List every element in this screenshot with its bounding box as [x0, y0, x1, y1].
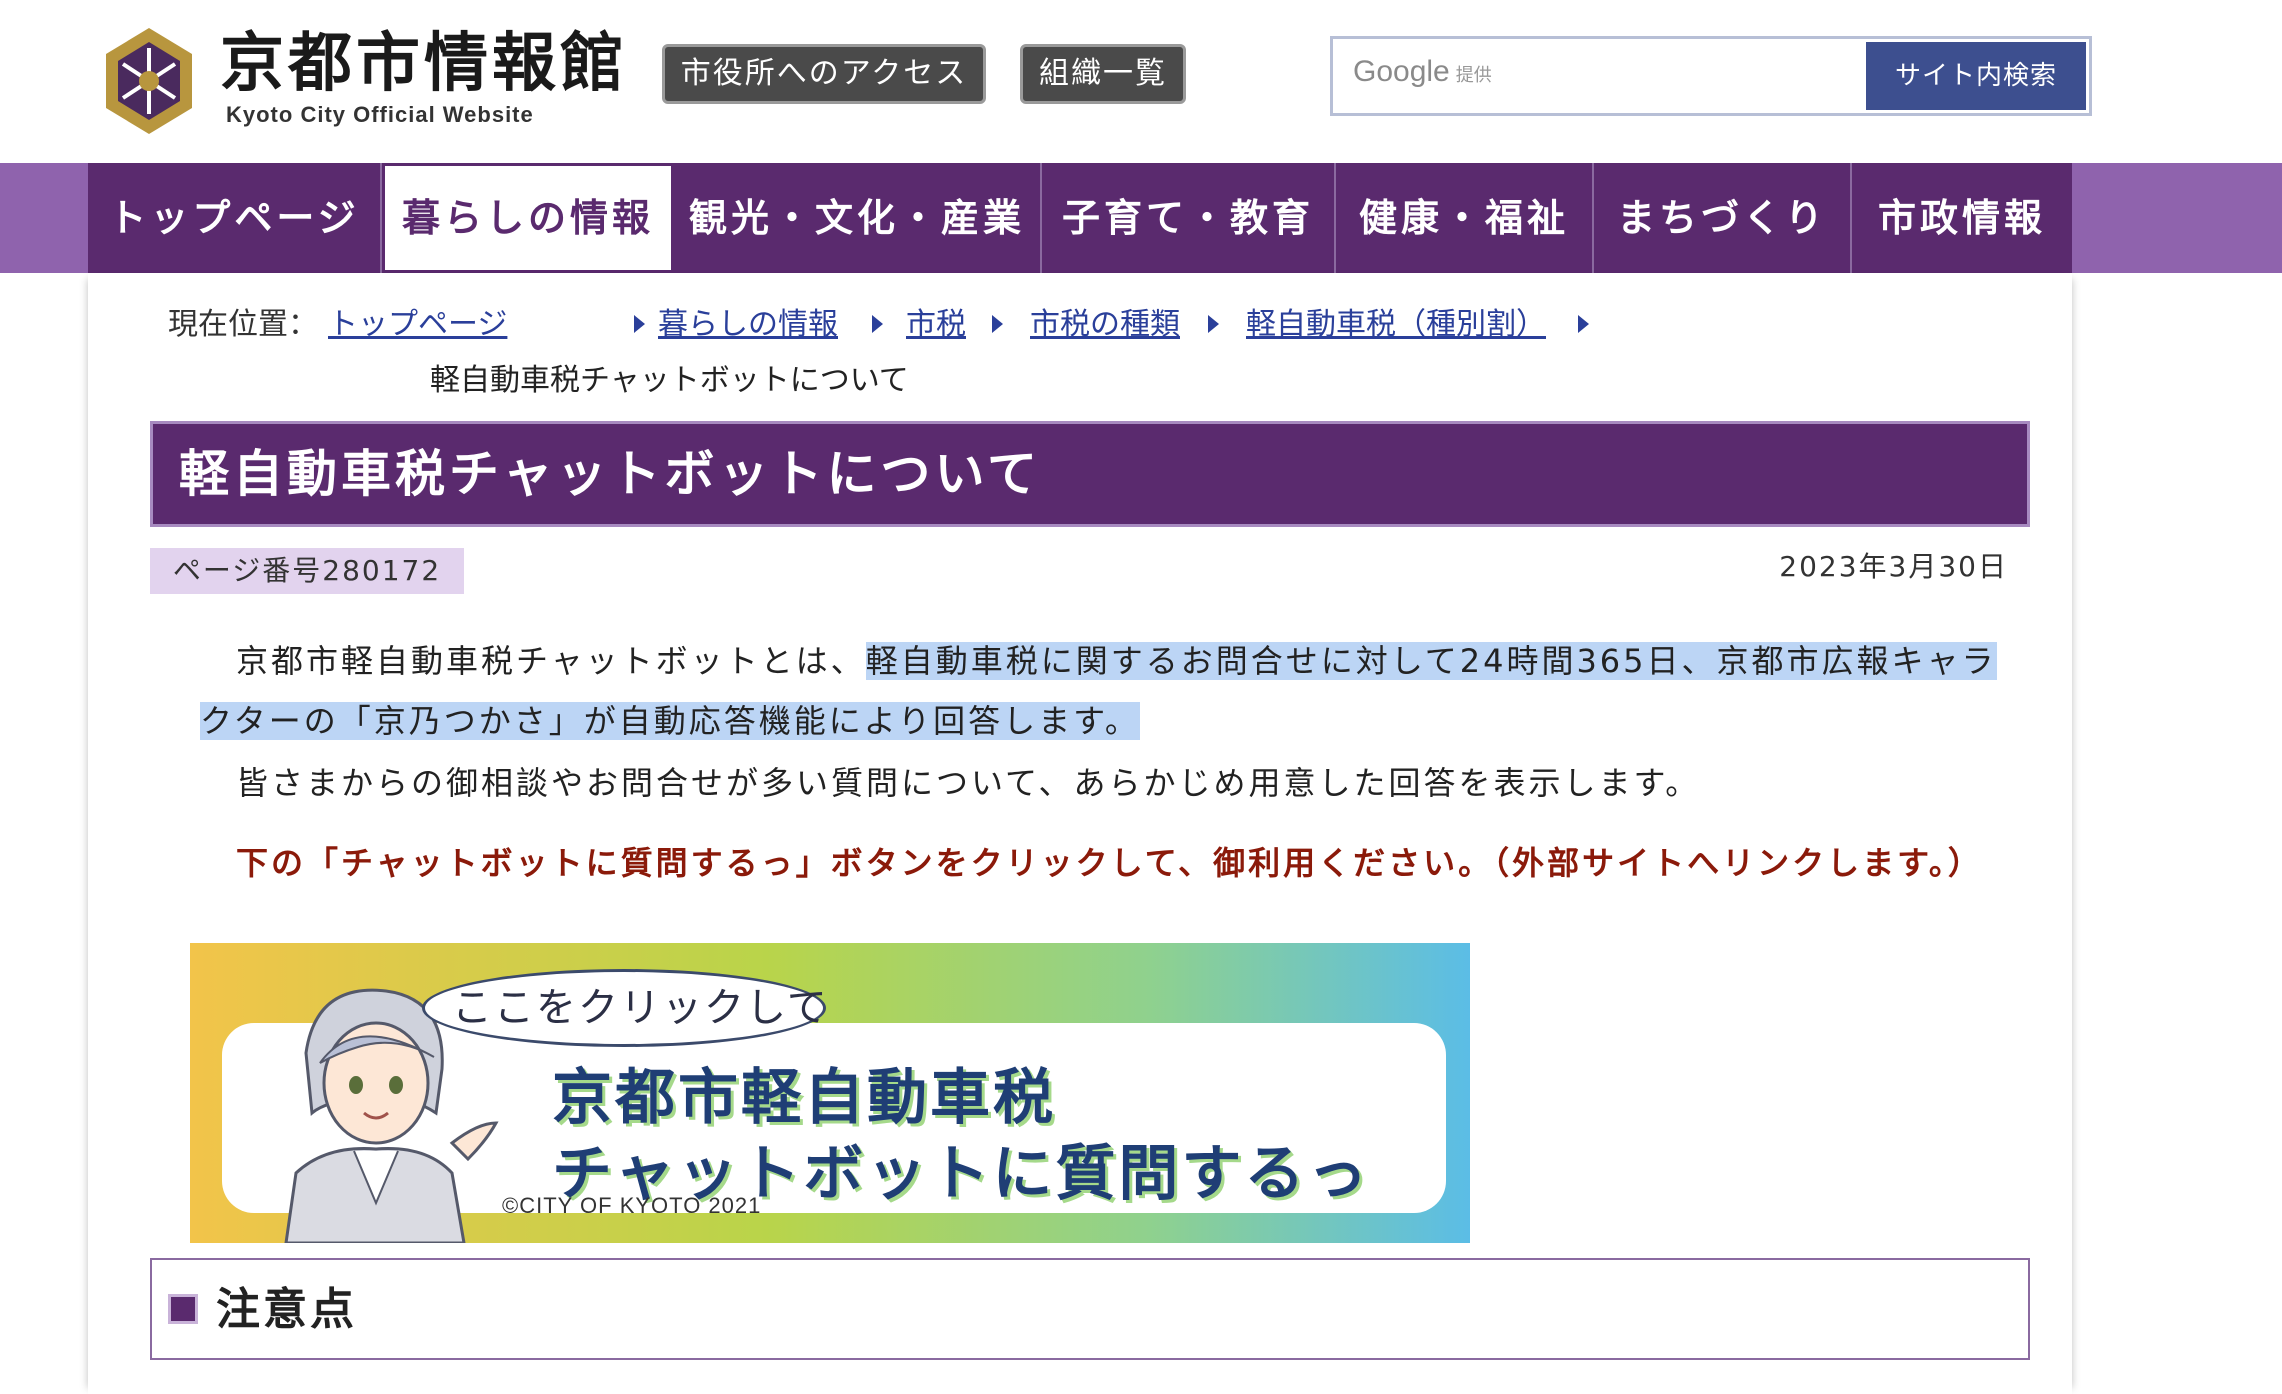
breadcrumb-link-living[interactable]: 暮らしの情報 [658, 297, 838, 353]
organization-list-button[interactable]: 組織一覧 [1020, 44, 1186, 104]
main-content: 現在位置： トップページ 暮らしの情報 市税 市税の種類 軽自動車税（種別割） … [88, 273, 2072, 1394]
section-square-icon [168, 1294, 198, 1324]
usage-note: 下の「チャットボットに質問するっ」ボタンをクリックして、御利用ください。（外部サ… [236, 844, 1983, 882]
nav-item-childcare[interactable]: 子育て・教育 [1042, 163, 1336, 273]
nav-item-health[interactable]: 健康・福祉 [1336, 163, 1594, 273]
site-title: 京都市情報館 [220, 27, 628, 101]
nav-item-living[interactable]: 暮らしの情報 [382, 163, 674, 273]
breadcrumb-link-light-vehicle-tax[interactable]: 軽自動車税（種別割） [1246, 297, 1546, 353]
speech-bubble-text: ここをクリックして [452, 985, 829, 1031]
intro-text-highlight-a: 軽自動車税に関するお問合せに対して24時間365日、京都市広報キャラ [865, 642, 1997, 680]
breadcrumb-arrow-icon [634, 315, 645, 333]
page-date: 2023年3月30日 [1779, 550, 2008, 583]
site-subtitle: Kyoto City Official Website [226, 102, 534, 127]
intro-line-2: クターの「京乃つかさ」が自動応答機能により回答します。 [200, 691, 1140, 751]
nav-item-city-admin[interactable]: 市政情報 [1852, 163, 2072, 273]
intro-line-1: 京都市軽自動車税チャットボットとは、軽自動車税に関するお問合せに対して24時間3… [236, 631, 1997, 691]
global-nav-bar: トップページ 暮らしの情報 観光・文化・産業 子育て・教育 健康・福祉 まちづく… [88, 163, 2072, 273]
nav-item-top[interactable]: トップページ [88, 163, 382, 273]
breadcrumb-arrow-icon [992, 315, 1003, 333]
page-title: 軽自動車税チャットボットについて [150, 421, 2030, 527]
search-input[interactable] [1341, 45, 2282, 109]
intro-paragraph-2: 皆さまからの御相談やお問合せが多い質問について、あらかじめ用意した回答を表示しま… [236, 764, 1701, 802]
section-heading-notes: 注意点 [150, 1258, 2030, 1360]
breadcrumb-label: 現在位置： [168, 307, 318, 342]
site-search: Google 提供 サイト内検索 [1330, 36, 2282, 116]
site-search-button[interactable]: サイト内検索 [1866, 42, 2086, 110]
breadcrumb-arrow-icon [1578, 315, 1589, 333]
global-nav: トップページ 暮らしの情報 観光・文化・産業 子育て・教育 健康・福祉 まちづく… [0, 163, 2282, 273]
banner-title-line-1: 京都市軽自動車税 [552, 1063, 1056, 1133]
site-header: 京都市情報館 Kyoto City Official Website 市役所への… [0, 0, 2282, 163]
page-number-badge: ページ番号280172 [150, 548, 464, 594]
site-logo[interactable]: 京都市情報館 Kyoto City Official Website [96, 22, 636, 142]
nav-item-town[interactable]: まちづくり [1594, 163, 1852, 273]
chatbot-banner-link[interactable]: ここをクリックして 京都市軽自動車税 チャットボットに質問するっ ©CITY O… [190, 943, 1470, 1243]
breadcrumb-link-top[interactable]: トップページ [328, 297, 507, 353]
intro-text-highlight-b: クターの「京乃つかさ」が自動応答機能により回答します。 [200, 702, 1140, 740]
breadcrumb-arrow-icon [1208, 315, 1219, 333]
section-heading-text: 注意点 [216, 1284, 357, 1335]
breadcrumb-current: 軽自動車税チャットボットについて [430, 363, 909, 398]
kyoto-emblem-icon [106, 28, 192, 134]
breadcrumb-link-city-tax[interactable]: 市税 [906, 297, 966, 353]
city-hall-access-button[interactable]: 市役所へのアクセス [662, 44, 986, 104]
breadcrumb-arrow-icon [872, 315, 883, 333]
breadcrumb-link-tax-types[interactable]: 市税の種類 [1030, 297, 1180, 353]
nav-item-tourism[interactable]: 観光・文化・産業 [674, 163, 1042, 273]
intro-text-plain: 京都市軽自動車税チャットボットとは、 [236, 642, 866, 680]
banner-copyright: ©CITY OF KYOTO 2021 [502, 1193, 762, 1218]
